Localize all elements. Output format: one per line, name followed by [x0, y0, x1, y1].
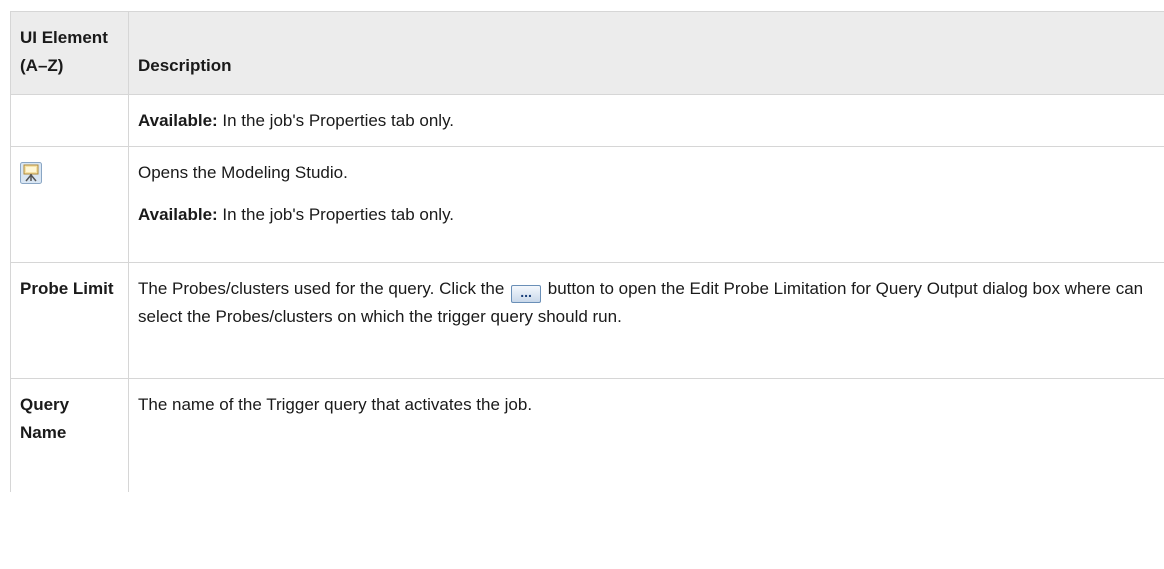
availability-note: Available: In the job's Properties tab o… — [138, 107, 1155, 135]
description-text-before: The Probes/clusters used for the query. … — [138, 279, 510, 298]
table-header-row: UI Element (A–Z) Description — [10, 11, 1164, 95]
description-cell: Available: In the job's Properties tab o… — [128, 94, 1164, 147]
ui-element-cell — [10, 94, 129, 147]
description-text: The name of the Trigger query that activ… — [138, 395, 533, 414]
table-row: Query Name The name of the Trigger query… — [10, 378, 1164, 492]
ui-element-cell: Query Name — [10, 378, 129, 492]
description-text: The Probes/clusters used for the query. … — [138, 275, 1155, 331]
available-text: In the job's Properties tab only. — [217, 111, 455, 130]
ui-element-cell: Probe Limit — [10, 262, 129, 379]
table-row: Available: In the job's Properties tab o… — [10, 94, 1164, 147]
header-description: Description — [128, 11, 1164, 95]
available-text: In the job's Properties tab only. — [217, 205, 455, 224]
availability-note: Available: In the job's Properties tab o… — [138, 201, 1155, 229]
available-label: Available: — [138, 111, 218, 130]
ui-element-cell — [10, 146, 129, 263]
table-row: Probe Limit The Probes/clusters used for… — [10, 262, 1164, 379]
description-cell: Opens the Modeling Studio. Available: In… — [128, 146, 1164, 263]
modeling-studio-icon — [20, 162, 42, 184]
available-label: Available: — [138, 205, 218, 224]
header-ui-element: UI Element (A–Z) — [10, 11, 129, 95]
ellipsis-button-icon: ... — [511, 285, 542, 303]
description-cell: The name of the Trigger query that activ… — [128, 378, 1164, 492]
description-text: Opens the Modeling Studio. — [138, 163, 348, 182]
ui-elements-table: UI Element (A–Z) Description Available: … — [10, 11, 1164, 492]
table-row: Opens the Modeling Studio. Available: In… — [10, 146, 1164, 263]
description-cell: The Probes/clusters used for the query. … — [128, 262, 1164, 379]
